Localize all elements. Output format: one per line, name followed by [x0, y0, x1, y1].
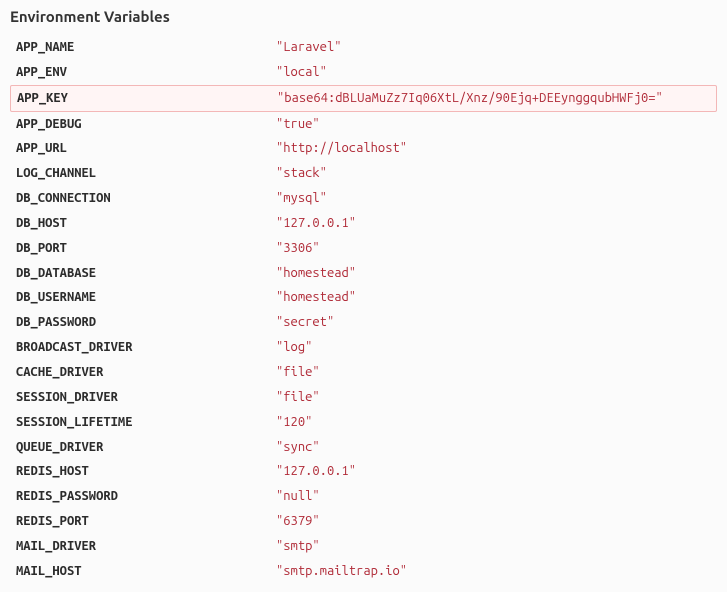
env-key: SESSION_DRIVER	[16, 388, 276, 407]
env-key: BROADCAST_DRIVER	[16, 338, 276, 357]
env-row: DB_PORT"3306"	[10, 236, 717, 261]
env-value: "120"	[276, 413, 713, 432]
env-value: "sync"	[276, 438, 713, 457]
env-key: APP_KEY	[17, 89, 277, 108]
env-value: "6379"	[276, 512, 713, 531]
env-value: "file"	[276, 388, 713, 407]
env-variables-table: APP_NAME"Laravel"APP_ENV"local"APP_KEY"b…	[10, 35, 717, 584]
env-key: APP_URL	[16, 139, 276, 158]
env-value: "3306"	[276, 239, 713, 258]
env-row: APP_NAME"Laravel"	[10, 35, 717, 60]
env-value: "base64:dBLUaMuZz7Iq06XtL/Xnz/90Ejq+DEEy…	[277, 89, 712, 108]
env-value: "secret"	[276, 313, 713, 332]
env-row: SESSION_LIFETIME"120"	[10, 410, 717, 435]
env-row: DB_HOST"127.0.0.1"	[10, 211, 717, 236]
env-value: "file"	[276, 363, 713, 382]
env-value: "stack"	[276, 164, 713, 183]
env-key: CACHE_DRIVER	[16, 363, 276, 382]
env-value: "local"	[276, 63, 713, 82]
env-key: MAIL_HOST	[16, 562, 276, 581]
section-heading: Environment Variables	[10, 8, 717, 25]
env-key: DB_HOST	[16, 214, 276, 233]
env-row: QUEUE_DRIVER"sync"	[10, 435, 717, 460]
env-key: DB_PASSWORD	[16, 313, 276, 332]
env-row: LOG_CHANNEL"stack"	[10, 161, 717, 186]
env-value: "smtp.mailtrap.io"	[276, 562, 713, 581]
env-row: DB_CONNECTION"mysql"	[10, 186, 717, 211]
env-value: "Laravel"	[276, 38, 713, 57]
env-key: REDIS_PASSWORD	[16, 487, 276, 506]
env-row: APP_URL"http://localhost"	[10, 136, 717, 161]
env-key: DB_CONNECTION	[16, 189, 276, 208]
env-value: "smtp"	[276, 537, 713, 556]
env-row: CACHE_DRIVER"file"	[10, 360, 717, 385]
env-row: DB_PASSWORD"secret"	[10, 310, 717, 335]
env-row: DB_USERNAME"homestead"	[10, 285, 717, 310]
env-row: MAIL_DRIVER"smtp"	[10, 534, 717, 559]
env-value: "log"	[276, 338, 713, 357]
env-key: APP_ENV	[16, 63, 276, 82]
env-key: REDIS_PORT	[16, 512, 276, 531]
env-row: SESSION_DRIVER"file"	[10, 385, 717, 410]
env-value: "homestead"	[276, 264, 713, 283]
env-value: "127.0.0.1"	[276, 462, 713, 481]
env-key: APP_NAME	[16, 38, 276, 57]
env-row: REDIS_PORT"6379"	[10, 509, 717, 534]
env-key: DB_USERNAME	[16, 288, 276, 307]
env-row: APP_DEBUG"true"	[10, 112, 717, 137]
env-key: MAIL_DRIVER	[16, 537, 276, 556]
env-value: "mysql"	[276, 189, 713, 208]
env-row: REDIS_PASSWORD"null"	[10, 484, 717, 509]
env-key: APP_DEBUG	[16, 115, 276, 134]
env-row: MAIL_HOST"smtp.mailtrap.io"	[10, 559, 717, 584]
env-key: DB_PORT	[16, 239, 276, 258]
env-value: "null"	[276, 487, 713, 506]
env-row: APP_ENV"local"	[10, 60, 717, 85]
env-key: QUEUE_DRIVER	[16, 438, 276, 457]
env-key: LOG_CHANNEL	[16, 164, 276, 183]
env-key: DB_DATABASE	[16, 264, 276, 283]
env-row: REDIS_HOST"127.0.0.1"	[10, 459, 717, 484]
env-row: DB_DATABASE"homestead"	[10, 261, 717, 286]
env-value: "http://localhost"	[276, 139, 713, 158]
env-value: "true"	[276, 115, 713, 134]
env-value: "127.0.0.1"	[276, 214, 713, 233]
env-key: SESSION_LIFETIME	[16, 413, 276, 432]
env-value: "homestead"	[276, 288, 713, 307]
env-key: REDIS_HOST	[16, 462, 276, 481]
env-row: BROADCAST_DRIVER"log"	[10, 335, 717, 360]
env-row: APP_KEY"base64:dBLUaMuZz7Iq06XtL/Xnz/90E…	[10, 85, 717, 112]
